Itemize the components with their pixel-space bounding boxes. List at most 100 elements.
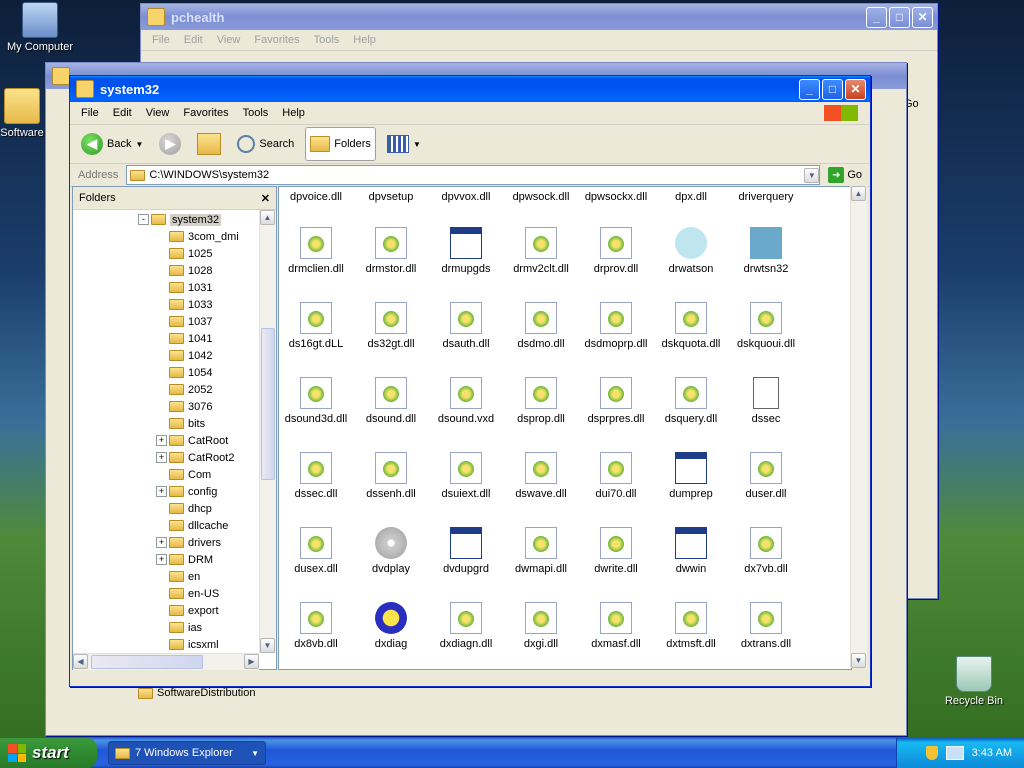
- search-button[interactable]: Search: [232, 127, 299, 161]
- file-item[interactable]: dsound.vxd: [429, 377, 503, 425]
- close-icon[interactable]: ✕: [261, 192, 270, 205]
- file-item[interactable]: dpvoice.dll: [279, 187, 353, 203]
- file-item[interactable]: drwtsn32: [729, 227, 803, 275]
- tree-item[interactable]: 1031: [169, 279, 212, 296]
- scroll-down-button[interactable]: ▼: [851, 653, 866, 668]
- file-item[interactable]: dxdiagn.dll: [429, 602, 503, 650]
- collapse-icon[interactable]: -: [138, 214, 149, 225]
- minimize-button[interactable]: _: [799, 78, 820, 100]
- network-icon[interactable]: [945, 746, 964, 760]
- tree-item[interactable]: icsxml: [169, 636, 219, 650]
- tree-item[interactable]: 1042: [169, 347, 212, 364]
- menu-favorites[interactable]: Favorites: [247, 34, 306, 46]
- tree-item[interactable]: ias: [169, 619, 202, 636]
- file-item[interactable]: dpvsetup: [354, 187, 428, 203]
- tree-item[interactable]: dhcp: [169, 500, 212, 517]
- file-item[interactable]: dssec.dll: [279, 452, 353, 500]
- tree-item[interactable]: + CatRoot2: [156, 449, 234, 466]
- file-item[interactable]: dpx.dll: [654, 187, 728, 203]
- expand-icon[interactable]: +: [156, 537, 167, 548]
- scroll-thumb[interactable]: [91, 655, 203, 669]
- tree-item[interactable]: 1028: [169, 262, 212, 279]
- minimize-button[interactable]: _: [866, 6, 887, 28]
- scroll-up-button[interactable]: ▲: [260, 210, 275, 225]
- file-item[interactable]: dwmapi.dll: [504, 527, 578, 575]
- maximize-button[interactable]: □: [822, 78, 843, 100]
- file-item[interactable]: dxmasf.dll: [579, 602, 653, 650]
- file-item[interactable]: drmupgds: [429, 227, 503, 275]
- views-button[interactable]: ▼: [382, 127, 426, 161]
- go-button[interactable]: ➜ Go: [824, 167, 866, 183]
- shield-icon[interactable]: [925, 746, 938, 760]
- tree-horizontal-scrollbar[interactable]: ◀ ▶: [73, 653, 259, 670]
- tree-item[interactable]: + CatRoot: [156, 432, 228, 449]
- menu-edit[interactable]: Edit: [177, 34, 210, 46]
- forward-button[interactable]: ▶: [154, 127, 186, 161]
- file-item[interactable]: ds16gt.dLL: [279, 302, 353, 350]
- file-item[interactable]: dxdiag: [354, 602, 428, 650]
- tree-item[interactable]: en: [169, 568, 200, 585]
- file-item[interactable]: dssenh.dll: [354, 452, 428, 500]
- file-item[interactable]: dsprop.dll: [504, 377, 578, 425]
- tree-item[interactable]: 1025: [169, 245, 212, 262]
- menu-tools[interactable]: Tools: [236, 107, 276, 119]
- clock[interactable]: 3:43 AM: [972, 747, 1012, 759]
- titlebar[interactable]: pchealth _ □ ✕: [141, 4, 937, 30]
- file-item[interactable]: dsound.dll: [354, 377, 428, 425]
- file-item[interactable]: driverquery: [729, 187, 803, 203]
- file-item[interactable]: dpwsock.dll: [504, 187, 578, 203]
- file-item[interactable]: dpwsockx.dll: [579, 187, 653, 203]
- tree-item[interactable]: + drivers: [156, 534, 221, 551]
- file-item[interactable]: dvdplay: [354, 527, 428, 575]
- file-item[interactable]: dskquota.dll: [654, 302, 728, 350]
- file-vertical-scrollbar[interactable]: ▲ ▼: [850, 186, 867, 668]
- scroll-right-button[interactable]: ▶: [244, 654, 259, 669]
- file-item[interactable]: drmstor.dll: [354, 227, 428, 275]
- tree-item[interactable]: 1037: [169, 313, 212, 330]
- file-item[interactable]: dsprpres.dll: [579, 377, 653, 425]
- tree-item[interactable]: + DRM: [156, 551, 213, 568]
- desktop-icon-recycle-bin[interactable]: Recycle Bin: [934, 656, 1014, 707]
- file-item[interactable]: dsdmo.dll: [504, 302, 578, 350]
- tree-item[interactable]: 1041: [169, 330, 212, 347]
- menu-help[interactable]: Help: [346, 34, 383, 46]
- back-button[interactable]: ◀ Back ▼: [76, 127, 148, 161]
- file-item[interactable]: dx7vb.dll: [729, 527, 803, 575]
- tree-item[interactable]: en-US: [169, 585, 219, 602]
- file-item[interactable]: dswave.dll: [504, 452, 578, 500]
- file-item[interactable]: drprov.dll: [579, 227, 653, 275]
- file-item[interactable]: dui70.dll: [579, 452, 653, 500]
- file-item[interactable]: dsuiext.dll: [429, 452, 503, 500]
- tree-item[interactable]: 2052: [169, 381, 212, 398]
- scroll-left-button[interactable]: ◀: [73, 654, 88, 669]
- file-item[interactable]: dskquoui.dll: [729, 302, 803, 350]
- menu-favorites[interactable]: Favorites: [176, 107, 235, 119]
- menu-file[interactable]: File: [74, 107, 106, 119]
- tree-item[interactable]: - system32: [138, 211, 222, 228]
- file-item[interactable]: dvdupgrd: [429, 527, 503, 575]
- file-item[interactable]: duser.dll: [729, 452, 803, 500]
- file-item[interactable]: dx8vb.dll: [279, 602, 353, 650]
- file-item[interactable]: drwatson: [654, 227, 728, 275]
- expand-icon[interactable]: +: [156, 435, 167, 446]
- file-item[interactable]: dpvvox.dll: [429, 187, 503, 203]
- folders-button[interactable]: Folders: [305, 127, 376, 161]
- tree-item[interactable]: export: [169, 602, 219, 619]
- tree-item[interactable]: 1054: [169, 364, 212, 381]
- start-button[interactable]: start: [0, 738, 97, 768]
- expand-icon[interactable]: +: [156, 486, 167, 497]
- menu-help[interactable]: Help: [275, 107, 312, 119]
- tree-vertical-scrollbar[interactable]: ▲ ▼: [259, 210, 276, 653]
- file-item[interactable]: dwrite.dll: [579, 527, 653, 575]
- close-button[interactable]: ✕: [845, 78, 866, 100]
- file-item[interactable]: dsdmoprp.dll: [579, 302, 653, 350]
- file-item[interactable]: dwwin: [654, 527, 728, 575]
- tree-item[interactable]: + config: [156, 483, 217, 500]
- window-system32[interactable]: system32 _ □ ✕ File Edit View Favorites …: [69, 75, 871, 687]
- menu-view[interactable]: View: [139, 107, 177, 119]
- file-item[interactable]: dssec: [729, 377, 803, 425]
- menu-tools[interactable]: Tools: [307, 34, 347, 46]
- file-item[interactable]: drmv2clt.dll: [504, 227, 578, 275]
- file-item[interactable]: dsquery.dll: [654, 377, 728, 425]
- menu-view[interactable]: View: [210, 34, 248, 46]
